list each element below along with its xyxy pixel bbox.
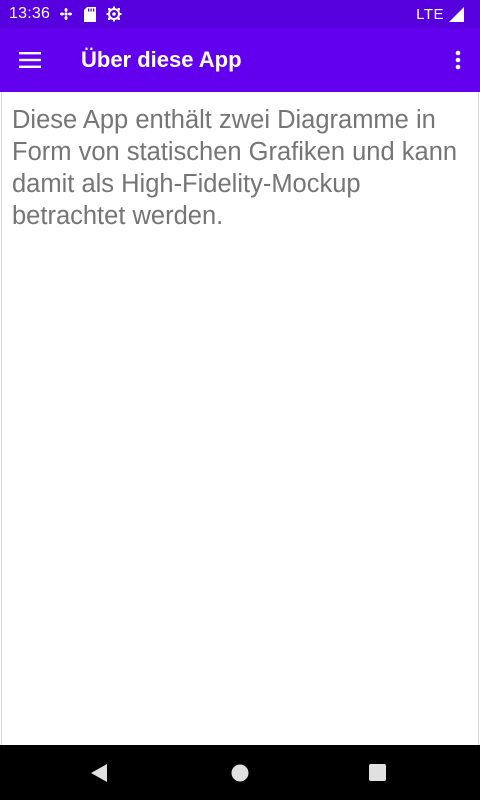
status-left: 13:36 <box>0 5 122 23</box>
signal-icon <box>448 6 464 22</box>
app-bar: Über diese App <box>0 28 480 92</box>
sd-card-icon <box>82 6 98 22</box>
content-area: Diese App enthält zwei Diagramme in Form… <box>1 92 479 745</box>
network-type: LTE <box>416 5 444 23</box>
home-icon[interactable] <box>231 764 249 782</box>
status-time: 13:36 <box>9 5 51 22</box>
hamburger-menu-icon[interactable] <box>14 44 46 76</box>
screen: 13:36 LTE Über diese App Diese App enthä… <box>0 0 480 800</box>
status-right: LTE <box>416 6 480 23</box>
navigation-bar <box>0 745 480 800</box>
back-icon[interactable] <box>91 764 107 782</box>
page-title: Über diese App <box>81 47 242 72</box>
fan-icon <box>58 6 74 22</box>
about-text: Diese App enthält zwei Diagramme in Form… <box>12 106 458 230</box>
recent-apps-icon[interactable] <box>369 764 386 781</box>
more-vert-icon[interactable] <box>446 44 470 76</box>
settings-gear-icon <box>106 6 122 22</box>
status-bar: 13:36 LTE <box>0 0 480 28</box>
